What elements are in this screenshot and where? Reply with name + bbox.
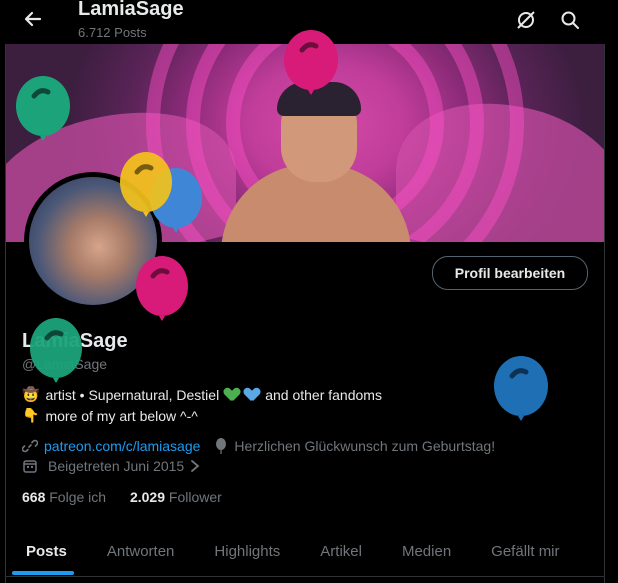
tabs-divider [6,576,604,577]
balloon-yellow-icon [120,152,172,217]
pointing-down-emoji-icon: 👇 [22,407,40,423]
edit-profile-button[interactable]: Profil bearbeiten [432,256,588,290]
following-count: 668 [22,489,46,505]
tab-posts[interactable]: Posts [6,528,87,574]
balloon-green-icon [16,76,70,141]
website-link[interactable]: patreon.com/c/lamiasage [44,438,200,454]
arrow-left-icon [24,11,42,27]
balloon-blue-icon [494,356,548,421]
following-label: Folge ich [49,489,107,505]
bio-text-2: more of my art below ^-^ [45,407,198,424]
profile-meta-row-2: Beigetreten Juni 2015 [22,458,200,474]
profile-meta-row-1: patreon.com/c/lamiasage Herzlichen Glück… [22,438,495,454]
followers-count: 2.029 [129,489,165,505]
grok-icon [517,11,535,29]
follow-stats: 668 Folge ich 2.029 Follower [22,489,236,505]
active-tab-indicator [12,571,74,575]
bio-text-1b: and other fandoms [265,386,382,403]
followers-label: Follower [168,489,222,505]
tab-highlights[interactable]: Highlights [194,528,300,574]
balloon-icon [216,438,227,454]
link-icon [22,439,38,453]
chevron-right-icon[interactable] [190,459,200,473]
profile-tabs: Posts Antworten Highlights Artikel Medie… [6,528,604,576]
frame-border-right [604,0,605,583]
tab-articles[interactable]: Artikel [300,528,382,574]
back-button[interactable] [18,4,48,34]
search-button[interactable] [556,6,584,34]
birthday-text: Herzlichen Glückwunsch zum Geburtstag! [234,438,496,454]
page-title: LamiaSage [78,0,184,20]
joined-date: Beigetreten Juni 2015 [48,458,185,474]
tab-replies[interactable]: Antworten [87,528,195,574]
calendar-icon [23,460,37,473]
balloon-green-icon [30,318,82,383]
balloon-pink-icon [284,30,338,95]
blue-heart-icon [245,388,259,402]
grok-button[interactable] [512,6,540,34]
balloon-pink-icon [136,256,188,321]
followers-link[interactable]: 2.029 Follower [130,489,222,505]
tab-media[interactable]: Medien [382,528,471,574]
following-link[interactable]: 668 Folge ich [22,489,106,505]
tab-likes[interactable]: Gefällt mir [471,528,579,574]
bio-line-2: 👇 more of my art below ^-^ [22,407,198,424]
post-count: 6.712 Posts [78,25,147,40]
search-icon [561,11,579,29]
green-heart-icon [225,388,239,402]
